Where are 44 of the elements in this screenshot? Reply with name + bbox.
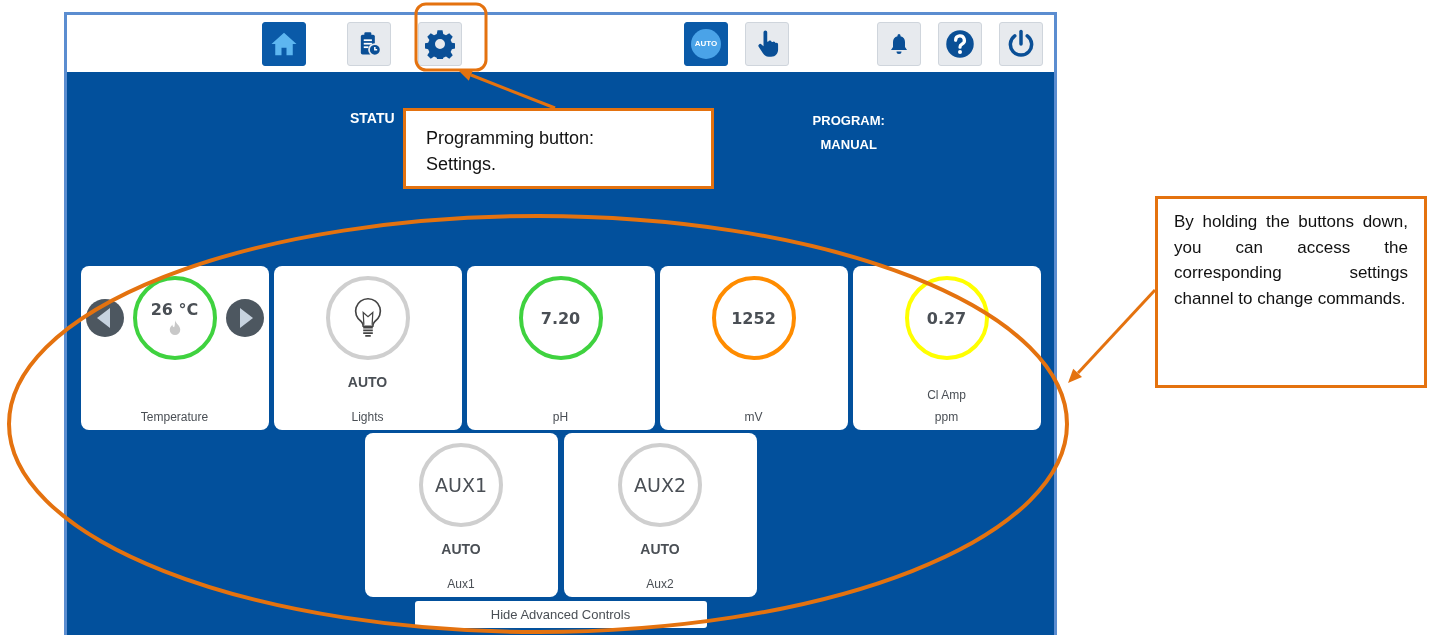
aux-value: AUX1: [435, 474, 487, 496]
reading-value: 7.20: [540, 308, 581, 328]
channel-label: Aux1: [447, 577, 475, 591]
channel-label: Temperature: [140, 410, 209, 424]
channel-card[interactable]: AUTO Lights: [273, 266, 462, 430]
schedule-button[interactable]: [347, 21, 391, 66]
aux-card[interactable]: AUX2 AUTO Aux2: [563, 433, 757, 597]
program-value: MANUAL: [820, 137, 877, 152]
program-label: PROGRAM:: [812, 113, 885, 128]
power-icon: [1006, 28, 1036, 59]
callout-text: By holding the buttons down, you can access the corresponding settings channel to change commands.: [1174, 211, 1408, 310]
right-arrow-button[interactable]: [225, 299, 264, 337]
channel-label: Aux2: [646, 577, 674, 591]
channel-label: pH: [552, 410, 569, 424]
help-button[interactable]: [938, 21, 982, 66]
settings-button[interactable]: [418, 21, 462, 66]
reading-value: 0.27: [926, 308, 967, 328]
home-button[interactable]: [262, 21, 306, 66]
channel-card[interactable]: 1252 mV: [659, 266, 848, 430]
callout-text: Programming button: Settings.: [426, 127, 596, 177]
left-arrow-button[interactable]: [85, 299, 124, 337]
flame-icon: [167, 318, 182, 337]
alarm-button[interactable]: [877, 21, 921, 66]
channel-label: mV: [744, 410, 763, 424]
channel-label: ppm: [934, 410, 959, 424]
aux-value: AUX2: [634, 474, 686, 496]
mode-label: AUTO: [441, 541, 481, 557]
aux-card[interactable]: AUX1 AUTO Aux1: [364, 433, 558, 597]
channel-sublabel: Cl Amp: [927, 388, 966, 402]
hide-advanced-controls-button[interactable]: Hide Advanced Controls: [414, 601, 707, 628]
power-button[interactable]: [999, 21, 1043, 66]
temperature-value: 26 °C: [150, 299, 199, 319]
channel-card[interactable]: 7.20 pH: [466, 266, 655, 430]
mode-label: AUTO: [347, 374, 388, 390]
channel-card[interactable]: 26 °C Temperature: [80, 266, 269, 430]
reading-value: 1252: [731, 308, 776, 328]
channel-label: Lights: [351, 410, 384, 424]
gear-icon: [425, 28, 455, 59]
auto-icon: AUTO: [691, 28, 721, 59]
channel-card[interactable]: 0.27 Cl Amp ppm: [852, 266, 1041, 430]
status-label: STATU: [350, 110, 395, 126]
mode-label: AUTO: [640, 541, 680, 557]
help-icon: [945, 28, 975, 59]
manual-button[interactable]: [745, 21, 789, 66]
